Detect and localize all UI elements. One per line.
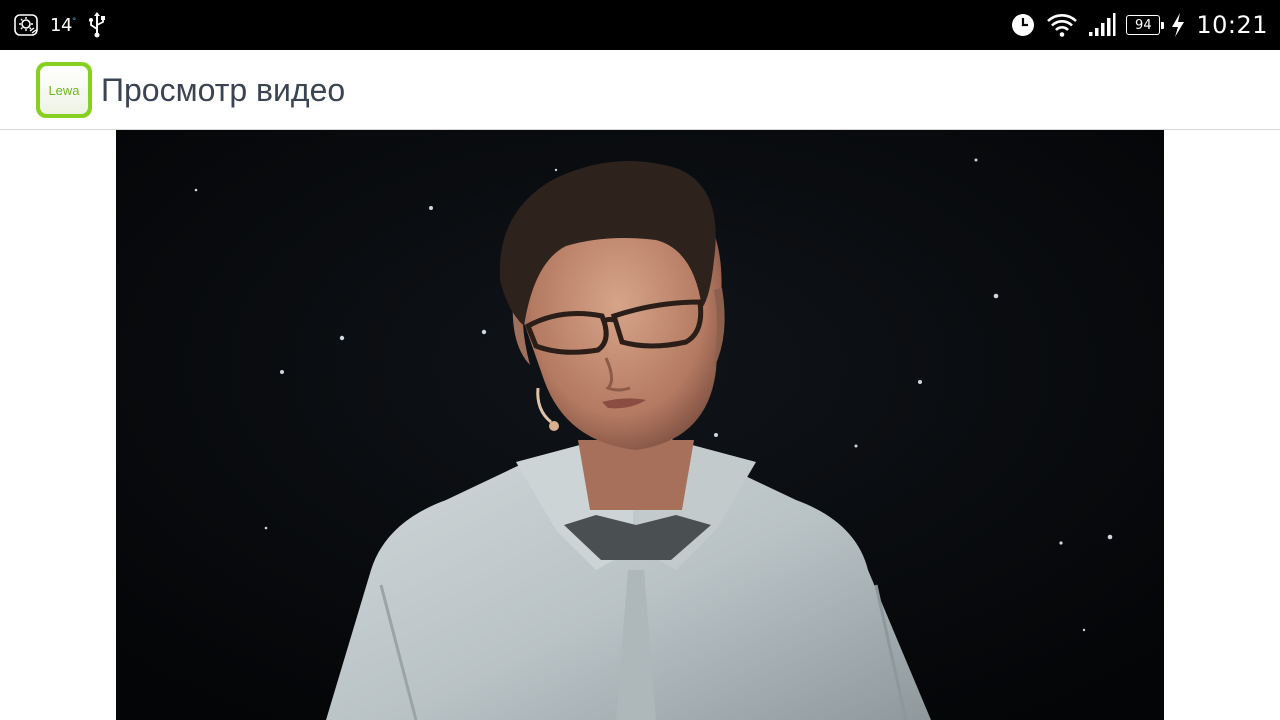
app-bar: Lewa Просмотр видео [0,50,1280,130]
temperature-degree: ° [71,16,77,27]
alarm-clock-icon [1010,12,1036,38]
clock: 10:21 [1196,11,1268,39]
battery-icon: 94 [1126,15,1165,35]
page-title: Просмотр видео [101,72,346,108]
status-bar: 14° 94 10:21 [0,0,1280,50]
weather-icon [14,12,40,38]
status-bar-right: 94 10:21 [1010,0,1268,50]
usb-icon [86,11,108,39]
video-player[interactable] [116,130,1164,720]
temperature-value: 14 [50,14,72,36]
battery-level: 94 [1135,17,1152,33]
app-logo-text: Lewa [40,66,88,114]
wifi-icon [1046,12,1078,38]
video-frame [116,130,1164,720]
app-logo[interactable]: Lewa [36,62,92,118]
signal-icon [1088,12,1116,38]
charging-icon [1170,12,1186,38]
temperature: 14° [50,15,76,36]
status-bar-left: 14° [14,0,108,50]
